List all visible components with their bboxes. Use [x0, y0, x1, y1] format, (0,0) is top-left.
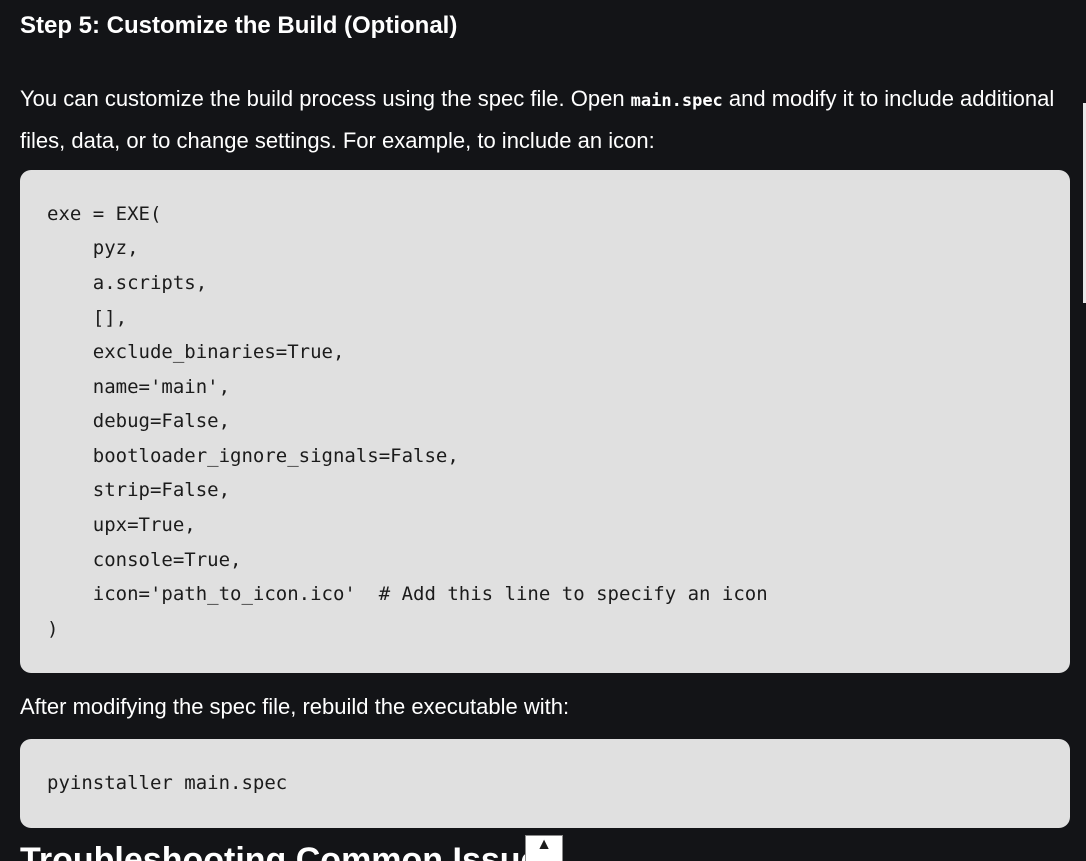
- code-line: exclude_binaries=True,: [47, 341, 345, 363]
- intro-text-before: You can customize the build process usin…: [20, 86, 631, 111]
- code-line: icon='path_to_icon.ico' # Add this line …: [47, 583, 768, 605]
- code-line: ): [47, 618, 59, 640]
- intro-paragraph: You can customize the build process usin…: [20, 79, 1060, 160]
- scroll-to-top-button[interactable]: ▲: [525, 835, 563, 861]
- rebuild-paragraph: After modifying the spec file, rebuild t…: [20, 694, 570, 719]
- code-line: [],: [47, 307, 128, 329]
- code-line: a.scripts,: [47, 272, 208, 294]
- troubleshooting-heading: Troubleshooting Common Issues: [20, 841, 559, 861]
- step-heading: Step 5: Customize the Build (Optional): [20, 12, 458, 39]
- code-line: pyz,: [47, 237, 139, 259]
- code-line: pyinstaller main.spec: [47, 772, 288, 794]
- code-line: console=True,: [47, 549, 242, 571]
- inline-code-filename: main.spec: [630, 91, 723, 111]
- code-line: exe = EXE(: [47, 203, 162, 225]
- code-line: debug=False,: [47, 410, 231, 432]
- code-line: strip=False,: [47, 479, 231, 501]
- code-line: bootloader_ignore_signals=False,: [47, 445, 459, 467]
- code-line: upx=True,: [47, 514, 196, 536]
- spec-code-block[interactable]: exe = EXE( pyz, a.scripts, [], exclude_b…: [20, 170, 1070, 673]
- arrow-up-icon: ▲: [536, 836, 552, 853]
- rebuild-code-block[interactable]: pyinstaller main.spec: [20, 739, 1070, 828]
- code-line: name='main',: [47, 376, 231, 398]
